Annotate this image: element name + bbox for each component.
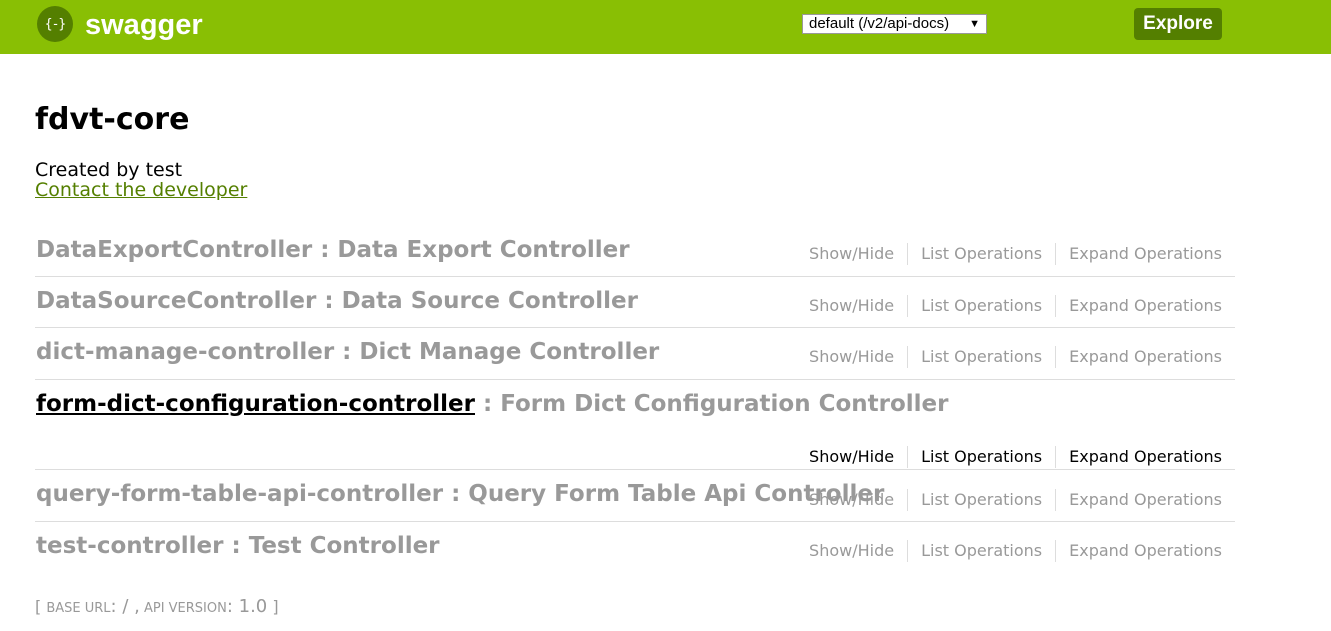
resource-row: dict-manage-controller : Dict Manage Con… [35,328,1235,380]
list-operations-link[interactable]: List Operations [908,446,1057,468]
resource-row: DataExportController : Data Export Contr… [35,226,1235,277]
resource-name-link[interactable]: test-controller [36,533,223,559]
swagger-logo-icon[interactable]: {-} [37,6,73,42]
resource-row: test-controller : Test Controller Show/H… [35,522,1235,574]
expand-operations-link[interactable]: Expand Operations [1056,540,1235,562]
show-hide-link[interactable]: Show/Hide [796,489,909,511]
resource-description: : Test Controller [223,533,440,559]
expand-operations-link[interactable]: Expand Operations [1056,446,1235,468]
resource-row: form-dict-configuration-controller : For… [35,380,1235,470]
resource-name-link[interactable]: dict-manage-controller [36,339,334,365]
footer-close-bracket: ] [267,597,279,616]
resource-title: dict-manage-controller : Dict Manage Con… [36,336,659,368]
resource-name-link[interactable]: DataSourceController [36,288,316,314]
resource-operations: Show/Hide List Operations Expand Operati… [796,243,1235,265]
footer-open-bracket: [ [35,597,47,616]
resource-name-link[interactable]: DataExportController [36,237,312,263]
explore-button[interactable]: Explore [1134,8,1222,40]
dropdown-arrow-icon: ▼ [969,18,980,30]
resource-operations: Show/Hide List Operations Expand Operati… [796,489,1235,511]
show-hide-link[interactable]: Show/Hide [796,346,909,368]
show-hide-link[interactable]: Show/Hide [796,446,909,468]
resource-description: : Dict Manage Controller [334,339,660,365]
resource-operations: Show/Hide List Operations Expand Operati… [796,540,1235,562]
resource-title: query-form-table-api-controller : Query … [36,478,884,510]
api-info-footer: [ BASE URL: / , API VERSION: 1.0 ] [35,596,279,617]
swagger-logo-text[interactable]: swagger [85,6,203,44]
list-operations-link[interactable]: List Operations [908,346,1057,368]
resource-title: DataExportController : Data Export Contr… [36,234,630,266]
expand-operations-link[interactable]: Expand Operations [1056,295,1235,317]
resource-operations: Show/Hide List Operations Expand Operati… [796,346,1235,368]
top-bar: {-} swagger default (/v2/api-docs) ▼ Exp… [0,0,1331,54]
resource-title: DataSourceController : Data Source Contr… [36,285,638,317]
spec-select[interactable]: default (/v2/api-docs) ▼ [802,14,987,34]
resource-title: form-dict-configuration-controller : For… [36,388,949,420]
resource-description: : Data Source Controller [316,288,638,314]
expand-operations-link[interactable]: Expand Operations [1056,346,1235,368]
resource-description: : Data Export Controller [312,237,630,263]
base-url-value: : / , [110,596,140,617]
list-operations-link[interactable]: List Operations [908,295,1057,317]
base-url-label: BASE URL [46,601,111,616]
expand-operations-link[interactable]: Expand Operations [1056,243,1235,265]
contact-developer-link[interactable]: Contact the developer [35,179,247,201]
resource-operations: Show/Hide List Operations Expand Operati… [796,295,1235,317]
show-hide-link[interactable]: Show/Hide [796,295,909,317]
api-title: fdvt-core [35,102,190,137]
list-operations-link[interactable]: List Operations [908,243,1057,265]
api-version-value: : 1.0 [226,596,268,617]
resource-title: test-controller : Test Controller [36,530,440,562]
resource-list: DataExportController : Data Export Contr… [35,226,1235,574]
resource-row: DataSourceController : Data Source Contr… [35,277,1235,328]
show-hide-link[interactable]: Show/Hide [796,243,909,265]
spec-select-value: default (/v2/api-docs) [809,15,950,32]
resource-name-link[interactable]: form-dict-configuration-controller [36,391,475,417]
expand-operations-link[interactable]: Expand Operations [1056,489,1235,511]
list-operations-link[interactable]: List Operations [908,489,1057,511]
resource-name-link[interactable]: query-form-table-api-controller [36,481,443,507]
show-hide-link[interactable]: Show/Hide [796,540,909,562]
resource-operations: Show/Hide List Operations Expand Operati… [796,446,1235,468]
list-operations-link[interactable]: List Operations [908,540,1057,562]
resource-row: query-form-table-api-controller : Query … [35,470,1235,522]
created-by-text: Created by test [35,159,183,181]
resource-description: : Form Dict Configuration Controller [475,391,949,417]
api-version-label: API VERSION [139,601,227,616]
